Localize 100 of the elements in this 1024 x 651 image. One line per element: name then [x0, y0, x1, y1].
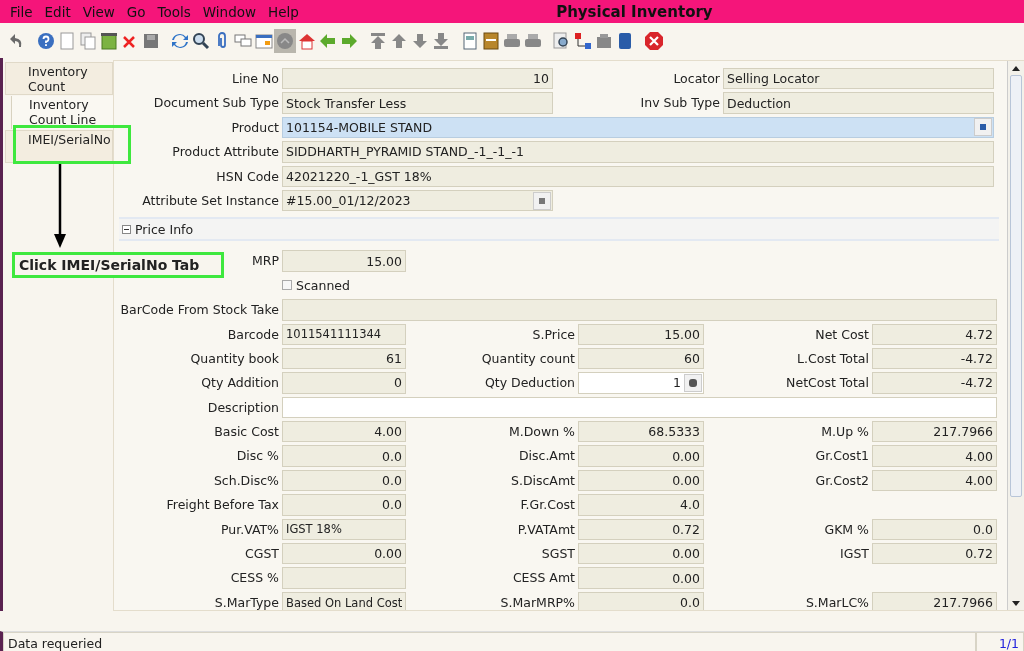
field-label: M.Down %	[508, 423, 576, 442]
menu-item[interactable]: View	[76, 3, 121, 20]
input-field[interactable]: 217.7966	[872, 591, 997, 610]
field-label: S.MarLC%	[805, 593, 870, 610]
menu-item[interactable]: Go	[120, 3, 152, 20]
input-field[interactable]: 0.00	[578, 445, 704, 467]
field-label: Quantity book	[190, 349, 280, 368]
menu-item[interactable]: Edit	[38, 3, 77, 20]
input-field[interactable]: 0.72	[872, 543, 997, 565]
input-field[interactable]	[282, 396, 997, 419]
field-label: IGST	[840, 545, 870, 564]
menu-item[interactable]: Help	[262, 3, 305, 20]
field-label: M.Up %	[821, 423, 870, 442]
input-field[interactable]: 217.7966	[872, 421, 997, 443]
circle-button[interactable]	[274, 28, 296, 53]
input-field[interactable]	[282, 299, 997, 321]
search-icon	[190, 30, 211, 51]
input-field[interactable]: 0.00	[282, 543, 406, 565]
archive-icon	[480, 30, 501, 51]
collapse-icon	[122, 224, 131, 234]
input-field[interactable]: 60	[578, 347, 704, 370]
input-field[interactable]: Deduction	[723, 92, 994, 114]
field-label: Product	[231, 118, 280, 137]
field-label: Basic Cost	[214, 423, 280, 442]
record-counter: 1/1	[976, 632, 1024, 651]
input-field[interactable]: 4.00	[282, 421, 406, 443]
field-label: Disc.Amt	[518, 447, 576, 466]
input-field[interactable]: 1	[578, 372, 704, 394]
callout-note: Click IMEI/SerialNo Tab	[12, 252, 224, 278]
input-field[interactable]: SIDDHARTH_PYRAMID STAND_-1_-1_-1	[282, 141, 994, 163]
copy-icon	[77, 30, 98, 51]
input-field[interactable]: 42021220_-1_GST 18%	[282, 165, 994, 187]
field-label: Freight Before Tax	[166, 496, 280, 515]
input-field[interactable]: 10	[282, 68, 553, 90]
input-field[interactable]: 1011541111344	[282, 323, 406, 345]
scrollbar[interactable]	[1007, 61, 1024, 610]
field-label: Sch.Disc%	[213, 471, 280, 490]
square-icon	[539, 197, 545, 204]
lookup-button[interactable]	[974, 118, 992, 137]
lookup-button[interactable]	[533, 191, 551, 210]
field-label: Line No	[231, 70, 280, 88]
field-label: Qty Addition	[201, 374, 280, 393]
input-field[interactable]: 0.00	[578, 543, 704, 565]
field-label: Locator	[673, 70, 721, 88]
input-field[interactable]: -4.72	[872, 372, 997, 394]
input-field[interactable]: 4.72	[872, 323, 997, 345]
input-field[interactable]: 61	[282, 347, 406, 370]
input-field[interactable]: 0.00	[578, 567, 704, 589]
input-field[interactable]: 0.0	[578, 591, 704, 610]
scroll-down-icon[interactable]	[1012, 600, 1020, 606]
section-header[interactable]: Price Info	[119, 217, 999, 242]
input-field[interactable]: IGST 18%	[282, 518, 406, 541]
input-field[interactable]: 4.0	[578, 494, 704, 516]
field-label: BarCode From Stock Take	[120, 301, 280, 320]
menu-item[interactable]: File	[4, 3, 39, 20]
input-field[interactable]: 68.5333	[578, 421, 704, 443]
input-field[interactable]	[282, 567, 406, 589]
field-label: S.MarMRP%	[500, 593, 576, 610]
input-field[interactable]: Selling Locator	[723, 68, 994, 90]
input-field[interactable]: 4.00	[872, 469, 997, 492]
menu-item[interactable]: Window	[196, 3, 263, 20]
tab[interactable]: Inventory Count Line	[11, 96, 113, 129]
scroll-up-icon[interactable]	[1012, 65, 1020, 71]
help-icon	[35, 30, 56, 51]
field-label: S.DiscAmt	[510, 471, 576, 490]
input-field[interactable]: 15.00	[578, 323, 704, 345]
field-label: Product Attribute	[172, 143, 280, 162]
field-label: S.MarType	[214, 593, 280, 610]
input-field[interactable]: 0.0	[282, 494, 406, 516]
field-label: CESS Amt	[512, 569, 576, 588]
input-field[interactable]: 0.0	[282, 445, 406, 467]
input-field[interactable]: Stock Transfer Less	[282, 92, 553, 114]
input-field[interactable]: 0	[282, 372, 406, 394]
calculator-button[interactable]	[684, 374, 702, 392]
recycle-bin-icon	[98, 30, 119, 51]
field-label: Quantity count	[481, 349, 576, 368]
input-field[interactable]: Based On Land Cost	[282, 591, 406, 610]
field-label: Qty Deduction	[484, 374, 576, 393]
field-label: L.Cost Total	[797, 349, 870, 368]
checkbox[interactable]: Scanned	[282, 277, 350, 293]
field-label: Attribute Set Instance	[142, 191, 280, 210]
field-label: GKM %	[824, 520, 870, 539]
field-label: CGST	[245, 545, 280, 564]
field-label: Gr.Cost1	[815, 447, 870, 466]
input-field[interactable]: 0.00	[578, 469, 704, 492]
input-field[interactable]: 101154-MOBILE STAND	[282, 116, 994, 139]
input-field[interactable]: 15.00	[282, 250, 406, 272]
tab[interactable]: Inventory Count	[5, 62, 113, 95]
input-field[interactable]: 0.72	[578, 518, 704, 541]
field-label: Document Sub Type	[153, 94, 280, 113]
field-label: NetCost Total	[786, 374, 870, 393]
input-field[interactable]: -4.72	[872, 347, 997, 370]
input-field[interactable]: 0.0	[872, 518, 997, 541]
input-field[interactable]: 0.0	[282, 469, 406, 492]
input-field[interactable]: #15.00_01/12/2023	[282, 189, 553, 212]
menu-item[interactable]: Tools	[151, 3, 197, 20]
field-label: CESS %	[230, 569, 280, 588]
tab[interactable]: IMEI/SerialNo	[5, 130, 113, 163]
field-label: F.Gr.Cost	[520, 496, 576, 515]
input-field[interactable]: 4.00	[872, 445, 997, 467]
